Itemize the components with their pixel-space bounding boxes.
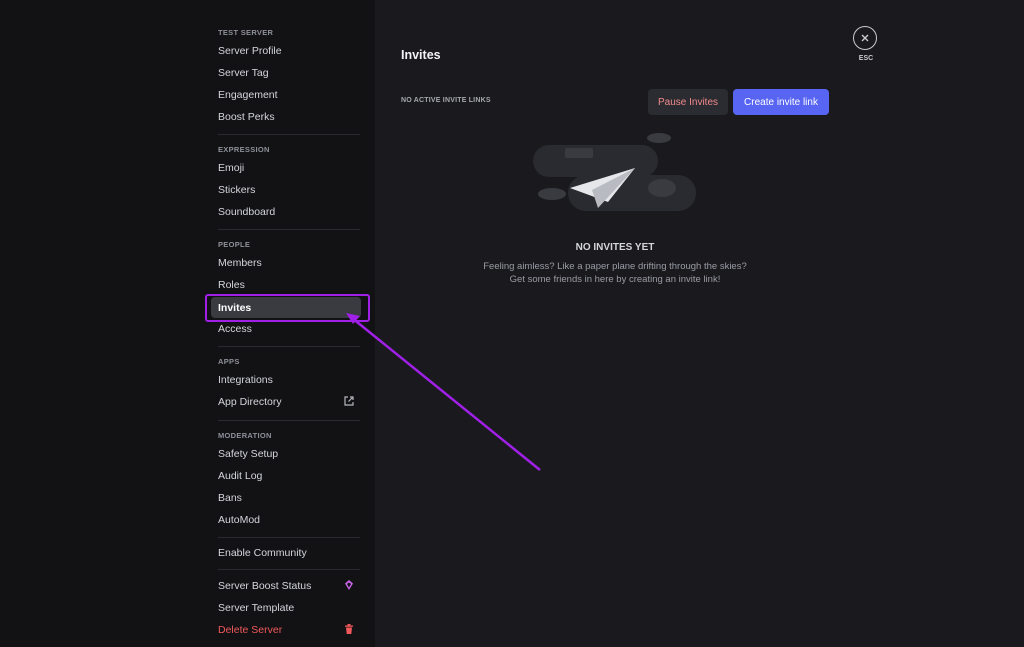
sidebar-item-automod[interactable]: AutoMod — [211, 509, 361, 530]
sidebar-item-audit-log[interactable]: Audit Log — [211, 465, 361, 486]
pause-invites-button[interactable]: Pause Invites — [648, 89, 728, 115]
sidebar-item-label: Server Boost Status — [218, 579, 312, 592]
divider — [218, 420, 360, 421]
sidebar-item-delete-server[interactable]: Delete Server — [211, 619, 361, 640]
divider — [218, 134, 360, 135]
sidebar-item-roles[interactable]: Roles — [211, 274, 361, 295]
empty-state-line: Get some friends in here by creating an … — [509, 274, 721, 285]
sidebar-item-stickers[interactable]: Stickers — [211, 179, 361, 200]
empty-state-description: Feeling aimless? Like a paper plane drif… — [470, 260, 760, 286]
sidebar-item-emoji[interactable]: Emoji — [211, 157, 361, 178]
section-title-apps: APPS — [218, 357, 240, 366]
empty-state-title: NO INVITES YET — [575, 242, 655, 253]
esc-label: ESC — [858, 55, 874, 62]
paper-plane-illustration — [533, 133, 696, 211]
sidebar-item-label: App Directory — [218, 395, 282, 408]
sidebar-item-enable-community[interactable]: Enable Community — [211, 542, 361, 563]
sidebar-item-server-boost-status[interactable]: Server Boost Status — [211, 575, 361, 596]
sidebar-item-bans[interactable]: Bans — [211, 487, 361, 508]
sidebar-item-label: Delete Server — [218, 623, 283, 636]
divider — [218, 569, 360, 570]
close-settings[interactable]: ESC — [853, 26, 879, 62]
sidebar-item-members[interactable]: Members — [211, 252, 361, 273]
annotation-highlight-box — [205, 294, 370, 322]
section-title-test-server: TEST SERVER — [218, 28, 274, 37]
sidebar-item-engagement[interactable]: Engagement — [211, 84, 361, 105]
sidebar-item-server-tag[interactable]: Server Tag — [211, 62, 361, 83]
sidebar-item-safety-setup[interactable]: Safety Setup — [211, 443, 361, 464]
divider — [218, 537, 360, 538]
page-title: Invites — [401, 48, 441, 62]
sidebar-item-boost-perks[interactable]: Boost Perks — [211, 106, 361, 127]
sidebar-item-soundboard[interactable]: Soundboard — [211, 201, 361, 222]
close-icon[interactable] — [853, 26, 877, 50]
section-title-moderation: MODERATION — [218, 431, 272, 440]
sidebar-item-server-profile[interactable]: Server Profile — [211, 40, 361, 61]
boost-gem-icon — [345, 580, 353, 590]
no-active-invites-label: NO ACTIVE INVITE LINKS — [401, 97, 491, 104]
section-title-people: PEOPLE — [218, 240, 251, 249]
settings-sidebar: TEST SERVER Server Profile Server Tag En… — [0, 0, 375, 647]
create-invite-link-button[interactable]: Create invite link — [733, 89, 829, 115]
sidebar-item-integrations[interactable]: Integrations — [211, 369, 361, 390]
empty-state-line: Feeling aimless? Like a paper plane drif… — [483, 261, 747, 272]
sidebar-item-server-template[interactable]: Server Template — [211, 597, 361, 618]
section-title-expression: EXPRESSION — [218, 145, 270, 154]
external-link-icon — [344, 396, 354, 406]
divider — [218, 346, 360, 347]
trash-icon — [345, 624, 353, 634]
divider — [218, 229, 360, 230]
sidebar-item-app-directory[interactable]: App Directory — [211, 391, 361, 412]
